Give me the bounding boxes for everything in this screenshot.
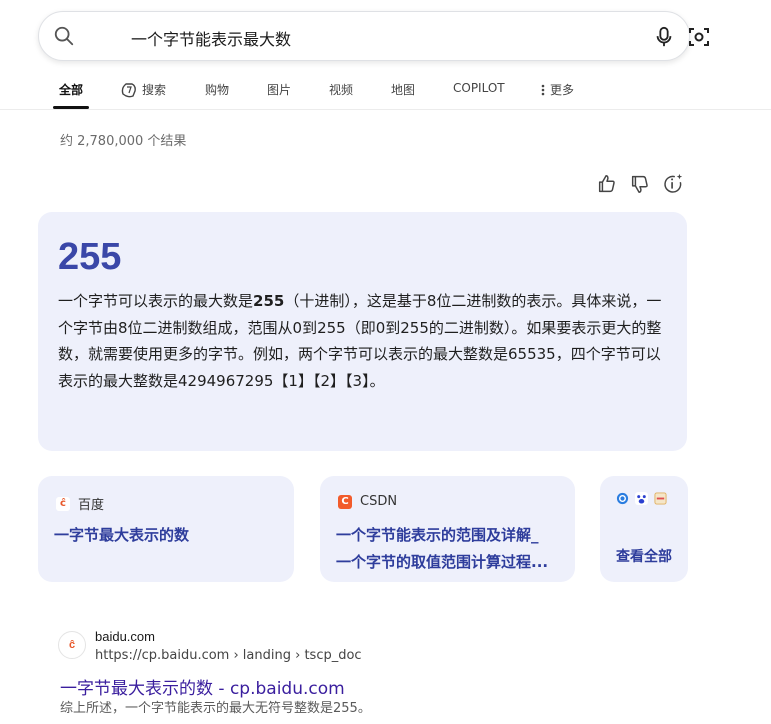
search-tabs: 全部 搜索 购物 图片 视频 地图 COPILOT 更多: [0, 70, 771, 110]
paw-icon: [635, 492, 648, 505]
tab-all[interactable]: 全部: [59, 81, 83, 98]
tab-copilot[interactable]: COPILOT: [453, 81, 505, 95]
thumbs-down-icon[interactable]: [629, 173, 651, 195]
source-title[interactable]: 一字节最大表示的数: [54, 522, 280, 549]
result-snippet: 综上所述，一个字节能表示的最大无符号整数是255。: [60, 701, 371, 716]
answer-number: 255: [58, 236, 122, 278]
tab-search[interactable]: 搜索: [120, 81, 166, 98]
result-url[interactable]: https://cp.baidu.com › landing › tscp_do…: [95, 648, 362, 663]
sparkle-info-icon[interactable]: [662, 173, 684, 195]
csdn-icon: C: [338, 494, 352, 509]
source-card-csdn[interactable]: C CSDN 一个字节能表示的范围及详解_ 一个字节的取值范围计算过程...: [320, 476, 575, 582]
source-card-baidu[interactable]: ĉ 百度 一字节最大表示的数: [38, 476, 294, 582]
source-header: ĉ 百度: [56, 494, 104, 513]
microphone-icon[interactable]: [653, 25, 675, 49]
globe-icon: [616, 492, 629, 505]
answer-text: 一个字节可以表示的最大数是255（十进制），这是基于8位二进制数的表示。具体来说…: [58, 292, 662, 390]
baidu-icon: ĉ: [56, 496, 70, 511]
source-title[interactable]: 一个字节能表示的范围及详解_ 一个字节的取值范围计算过程...: [336, 522, 561, 576]
search-icon: [54, 26, 74, 46]
baidu-logo-icon[interactable]: ĉ: [58, 631, 86, 659]
source-header: C CSDN: [338, 494, 397, 509]
thumbs-up-icon[interactable]: [596, 173, 618, 195]
tab-more[interactable]: 更多: [540, 81, 574, 98]
tab-images[interactable]: 图片: [267, 81, 291, 98]
more-dots-icon: [541, 84, 545, 95]
copilot-search-icon: [121, 82, 136, 97]
tab-shopping[interactable]: 购物: [205, 81, 229, 98]
active-tab-indicator: [53, 106, 89, 109]
document-icon: [654, 492, 667, 505]
result-site-name: baidu.com: [95, 629, 155, 644]
view-all-label: 查看全部: [616, 549, 672, 565]
visual-search-icon[interactable]: [687, 25, 711, 49]
answer-card: 255 一个字节可以表示的最大数是255（十进制），这是基于8位二进制数的表示。…: [38, 212, 687, 451]
tab-videos[interactable]: 视频: [329, 81, 353, 98]
results-count: 约 2,780,000 个结果: [60, 134, 187, 149]
search-input[interactable]: 一个字节能表示最大数: [131, 26, 291, 50]
result-title-link[interactable]: 一字节最大表示的数 - cp.baidu.com: [60, 674, 345, 699]
tab-maps[interactable]: 地图: [391, 81, 415, 98]
search-box[interactable]: 一个字节能表示最大数: [38, 11, 709, 61]
view-all-sources-card[interactable]: 查看全部: [600, 476, 688, 582]
source-icons: [616, 492, 667, 505]
